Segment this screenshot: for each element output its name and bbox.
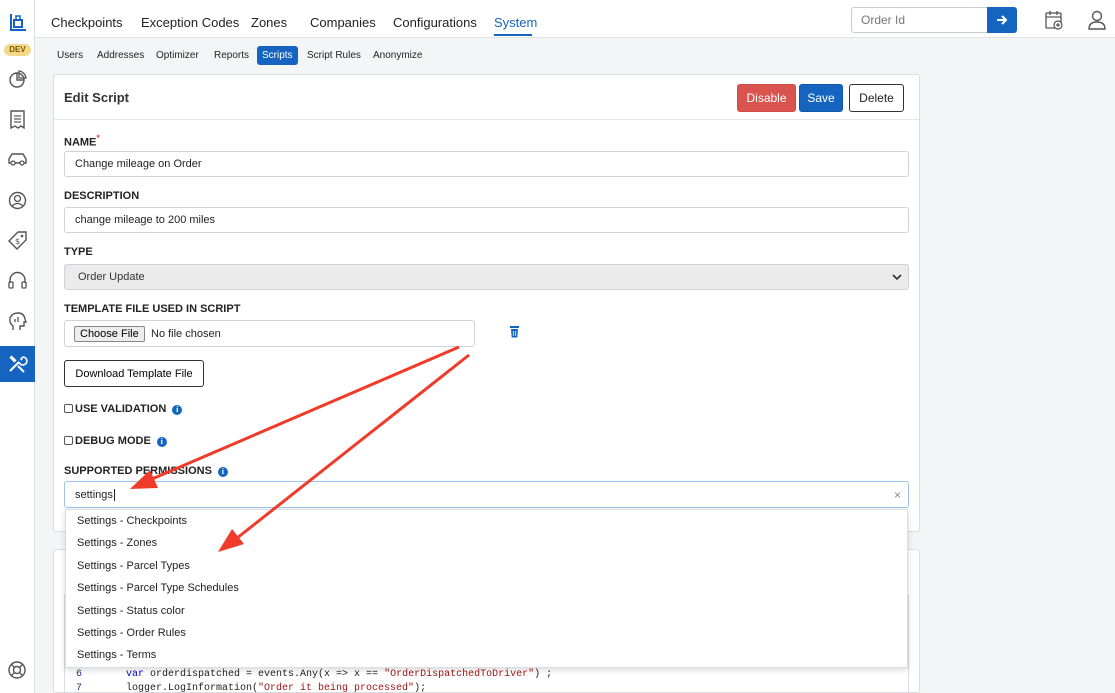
dropdown-option[interactable]: Settings - Parcel Type Schedules — [77, 582, 239, 594]
code-line: var orderdispatched = events.Any(x => x … — [126, 669, 552, 680]
name-field[interactable]: Change mileage on Order — [64, 151, 909, 177]
dropdown-option[interactable]: Settings - Order Rules — [77, 627, 186, 639]
tab-zones[interactable]: Zones — [251, 15, 287, 30]
left-rail: DEV $ — [0, 0, 35, 693]
type-select[interactable]: Order Update — [64, 264, 909, 290]
info-icon[interactable]: i — [172, 405, 183, 415]
svg-text:$: $ — [15, 237, 20, 246]
subnav-scripts[interactable]: Scripts — [257, 46, 298, 65]
use-validation-label: USE VALIDATION — [75, 403, 167, 415]
description-label: DESCRIPTION — [64, 190, 140, 202]
type-label: TYPE — [64, 246, 93, 258]
line-number: 7 — [76, 683, 83, 693]
tab-checkpoints[interactable]: Checkpoints — [51, 15, 123, 30]
subnav-script-rules[interactable]: Script Rules — [307, 50, 361, 61]
supported-permissions-text: SUPPORTED PERMISSIONS — [64, 465, 212, 477]
code-string: "OrderDispatchedToDriver" — [384, 669, 535, 680]
dropdown-option[interactable]: Settings - Parcel Types — [77, 560, 190, 572]
code-text: ); — [414, 683, 427, 693]
page-title: Edit Script — [64, 90, 130, 105]
supported-permissions-label: SUPPORTED PERMISSIONS i — [64, 465, 228, 477]
tab-exception-codes[interactable]: Exception Codes — [141, 15, 239, 30]
debug-mode-checkbox[interactable] — [64, 436, 73, 445]
tag-dollar-icon[interactable]: $ — [6, 229, 29, 252]
subnav-reports[interactable]: Reports — [214, 50, 249, 61]
use-validation-checkbox[interactable] — [64, 404, 73, 413]
required-mark: * — [96, 133, 100, 143]
code-text: logger.LogInformation( — [126, 683, 259, 693]
chart-icon[interactable] — [6, 68, 29, 91]
code-text: ) ; — [534, 669, 553, 680]
subnav-optimizer[interactable]: Optimizer — [156, 50, 199, 61]
receipt-icon[interactable] — [6, 108, 29, 131]
no-file-text: No file chosen — [151, 328, 221, 340]
template-file-input[interactable]: Choose File No file chosen — [64, 320, 475, 347]
save-button[interactable]: Save — [799, 84, 843, 112]
subnav-users[interactable]: Users — [57, 50, 83, 61]
debug-mode-row: DEBUG MODE i — [64, 435, 167, 447]
user-icon[interactable] — [1087, 9, 1107, 31]
use-validation-row: USE VALIDATION i — [64, 403, 183, 415]
lifebuoy-icon[interactable] — [7, 660, 27, 680]
description-field[interactable]: change mileage to 200 miles — [64, 207, 909, 233]
tab-system[interactable]: System — [494, 15, 537, 30]
logo-icon[interactable] — [7, 11, 29, 35]
line-number: 6 — [76, 669, 83, 680]
download-template-button[interactable]: Download Template File — [64, 360, 204, 387]
type-select-value: Order Update — [78, 271, 145, 283]
car-icon[interactable] — [6, 148, 29, 171]
card-header: Edit Script Disable Save Delete — [54, 75, 919, 120]
name-label: NAME* — [64, 133, 100, 149]
info-icon[interactable]: i — [156, 437, 167, 447]
tab-underline — [494, 34, 532, 36]
trash-icon[interactable] — [509, 325, 520, 341]
choose-file-button[interactable]: Choose File — [74, 326, 145, 342]
dropdown-option[interactable]: Settings - Zones — [77, 537, 157, 549]
permissions-dropdown: Settings - Checkpoints Settings - Zones … — [65, 509, 908, 668]
headset-icon[interactable] — [6, 270, 29, 293]
code-text: orderdispatched = events.Any(x => x == — [144, 669, 385, 680]
arrow-right-icon — [997, 15, 1008, 25]
dropdown-option[interactable]: Settings - Status color — [77, 605, 185, 617]
env-badge: DEV — [4, 44, 31, 56]
tab-configurations[interactable]: Configurations — [393, 15, 477, 30]
template-file-label: TEMPLATE FILE USED IN SCRIPT — [64, 303, 241, 315]
edit-script-card: Edit Script Disable Save Delete NAME* Ch… — [53, 74, 920, 532]
permissions-search-input[interactable]: settings × — [64, 481, 909, 508]
tab-companies[interactable]: Companies — [310, 15, 376, 30]
top-nav: Checkpoints Exception Codes Zones Compan… — [35, 0, 1115, 38]
tools-icon[interactable] — [0, 346, 35, 382]
analytics-head-icon[interactable] — [6, 310, 29, 333]
disable-button[interactable]: Disable — [737, 84, 796, 112]
dropdown-option[interactable]: Settings - Terms — [77, 649, 156, 661]
chevron-down-icon — [892, 274, 902, 281]
info-icon[interactable]: i — [217, 467, 228, 477]
name-label-text: NAME — [64, 136, 97, 149]
clear-icon[interactable]: × — [894, 488, 901, 502]
order-search-button[interactable] — [987, 7, 1017, 33]
order-id-input[interactable]: Order Id — [851, 7, 988, 33]
subnav-anonymize[interactable]: Anonymize — [373, 50, 422, 61]
permissions-search-value: settings — [75, 489, 113, 501]
code-string: "Order it being processed" — [258, 683, 415, 693]
dropdown-option[interactable]: Settings - Checkpoints — [77, 515, 187, 527]
sub-nav: Users Addresses Optimizer Reports Script… — [35, 38, 1115, 72]
code-line: logger.LogInformation("Order it being pr… — [126, 683, 426, 693]
subnav-addresses[interactable]: Addresses — [97, 50, 144, 61]
delete-button[interactable]: Delete — [849, 84, 904, 112]
calendar-add-icon[interactable] — [1044, 9, 1064, 31]
user-circle-icon[interactable] — [6, 189, 29, 212]
code-keyword: var — [126, 669, 145, 680]
debug-mode-label: DEBUG MODE — [75, 435, 151, 447]
